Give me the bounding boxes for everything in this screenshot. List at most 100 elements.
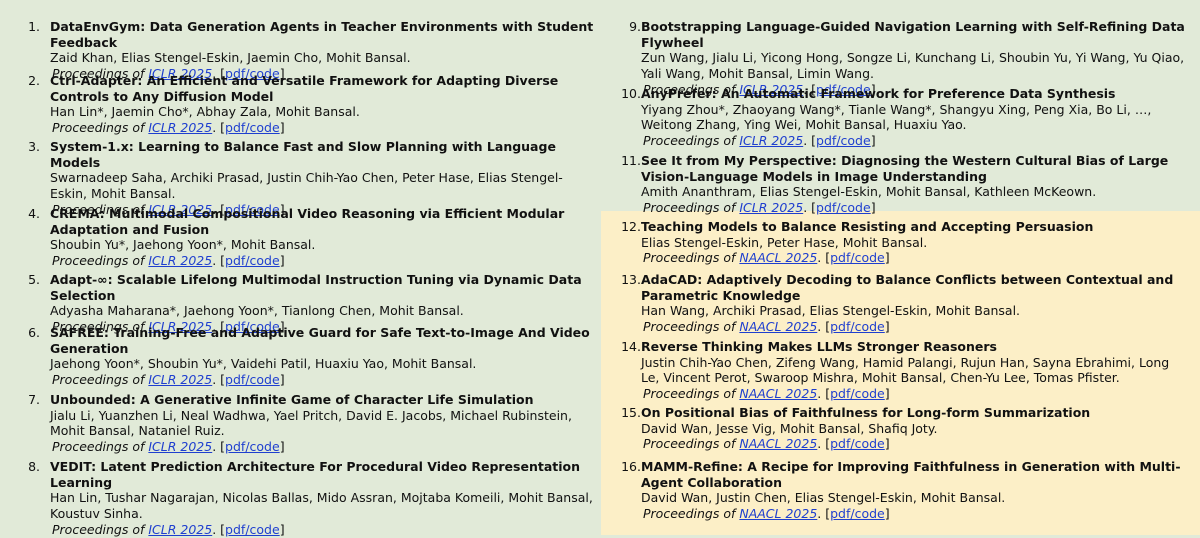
entry-number: 4. xyxy=(28,206,40,221)
paper-authors: Han Lin*, Jaemin Cho*, Abhay Zala, Mohit… xyxy=(50,104,360,120)
paper-title: System-1.x: Learning to Balance Fast and… xyxy=(50,139,556,170)
entry-number: 3. xyxy=(28,139,40,154)
venue-prefix: Proceedings of xyxy=(643,506,740,522)
pdf-code-link[interactable]: pdf/code xyxy=(830,386,885,401)
entry-number: 2. xyxy=(28,73,40,88)
venue-separator: . [ xyxy=(817,436,831,452)
paper-title: AdaCAD: Adaptively Decoding to Balance C… xyxy=(641,272,1174,303)
venue-link[interactable]: NAACL 2025 xyxy=(739,436,817,451)
paper-authors: Jialu Li, Yuanzhen Li, Neal Wadhwa, Yael… xyxy=(50,407,572,439)
entry-number: 15. xyxy=(621,405,641,420)
paper-authors: Jaehong Yoon*, Shoubin Yu*, Vaidehi Pati… xyxy=(50,356,477,372)
paper-authors: Amith Ananthram, Elias Stengel-Eskin, Mo… xyxy=(641,184,1097,200)
entry-number: 8. xyxy=(28,459,40,474)
paper-authors: Zun Wang, Jialu Li, Yicong Hong, Songze … xyxy=(641,50,1185,82)
paper-title: On Positional Bias of Faithfulness for L… xyxy=(641,405,1091,420)
venue-link[interactable]: ICLR 2025 xyxy=(148,439,212,454)
venue-link[interactable]: ICLR 2025 xyxy=(148,372,212,387)
paper-authors: Justin Chih-Yao Chen, Zifeng Wang, Hamid… xyxy=(641,354,1170,386)
venue-close: ] xyxy=(870,200,876,216)
paper-authors: Han Wang, Archiki Prasad, Elias Stengel-… xyxy=(641,303,1021,319)
paper-title: AnyPrefer: An Automatic Framework for Pr… xyxy=(641,86,1116,101)
venue-link[interactable]: NAACL 2025 xyxy=(739,319,817,334)
venue-close: ] xyxy=(279,439,285,455)
paper-title: DataEnvGym: Data Generation Agents in Te… xyxy=(50,19,594,50)
entry-number: 11. xyxy=(621,153,641,168)
venue-prefix: Proceedings of xyxy=(52,253,149,269)
venue-separator: . [ xyxy=(817,250,831,266)
entry-number: 16. xyxy=(621,459,641,474)
paper-venue-line: Proceedings of ICLR 2025. [pdf/code] xyxy=(50,253,598,269)
venue-link[interactable]: NAACL 2025 xyxy=(739,250,817,265)
paper-venue-line: Proceedings of ICLR 2025. [pdf/code] xyxy=(641,200,1191,216)
paper-authors: David Wan, Justin Chen, Elias Stengel-Es… xyxy=(641,490,1006,506)
paper-title: Teaching Models to Balance Resisting and… xyxy=(641,219,1094,234)
paper-venue-line: Proceedings of ICLR 2025. [pdf/code] xyxy=(50,120,598,136)
venue-separator: . [ xyxy=(817,506,831,522)
venue-separator: . [ xyxy=(817,386,831,402)
pdf-code-link[interactable]: pdf/code xyxy=(830,506,885,521)
paper-title: CREMA: Multimodal Compositional Video Re… xyxy=(50,206,565,237)
pdf-code-link[interactable]: pdf/code xyxy=(225,120,280,135)
pdf-code-link[interactable]: pdf/code xyxy=(830,250,885,265)
entry-number: 5. xyxy=(28,272,40,287)
entry-number: 14. xyxy=(621,339,641,354)
paper-title: See It from My Perspective: Diagnosing t… xyxy=(641,153,1169,184)
venue-close: ] xyxy=(279,372,285,388)
pdf-code-link[interactable]: pdf/code xyxy=(830,436,885,451)
paper-venue-line: Proceedings of NAACL 2025. [pdf/code] xyxy=(641,436,1191,452)
venue-separator: . [ xyxy=(817,319,831,335)
paper-venue-line: Proceedings of ICLR 2025. [pdf/code] xyxy=(50,522,598,538)
paper-authors: Adyasha Maharana*, Jaehong Yoon*, Tianlo… xyxy=(50,303,464,319)
venue-separator: . [ xyxy=(212,120,226,136)
paper-title: MAMM-Refine: A Recipe for Improving Fait… xyxy=(641,459,1181,490)
venue-prefix: Proceedings of xyxy=(52,439,149,455)
paper-title: Bootstrapping Language-Guided Navigation… xyxy=(641,19,1185,50)
venue-separator: . [ xyxy=(212,372,226,388)
pdf-code-link[interactable]: pdf/code xyxy=(816,133,871,148)
venue-link[interactable]: ICLR 2025 xyxy=(739,133,803,148)
entry-number: 9. xyxy=(629,19,641,34)
venue-link[interactable]: ICLR 2025 xyxy=(739,200,803,215)
pdf-code-link[interactable]: pdf/code xyxy=(816,200,871,215)
pdf-code-link[interactable]: pdf/code xyxy=(225,439,280,454)
entry-number: 1. xyxy=(28,19,40,34)
paper-title: Unbounded: A Generative Infinite Game of… xyxy=(50,392,534,407)
paper-authors: David Wan, Jesse Vig, Mohit Bansal, Shaf… xyxy=(641,420,938,436)
venue-link[interactable]: ICLR 2025 xyxy=(148,253,212,268)
paper-title: Ctrl-Adapter: An Efficient and Versatile… xyxy=(50,73,559,104)
paper-title: VEDIT: Latent Prediction Architecture Fo… xyxy=(50,459,581,490)
paper-authors: Yiyang Zhou*, Zhaoyang Wang*, Tianle Wan… xyxy=(641,101,1152,133)
venue-link[interactable]: ICLR 2025 xyxy=(148,120,212,135)
venue-link[interactable]: NAACL 2025 xyxy=(739,506,817,521)
paper-authors: Swarnadeep Saha, Archiki Prasad, Justin … xyxy=(50,170,563,202)
venue-close: ] xyxy=(884,319,890,335)
venue-prefix: Proceedings of xyxy=(643,133,740,149)
venue-link[interactable]: NAACL 2025 xyxy=(739,386,817,401)
entry-number: 12. xyxy=(621,219,641,234)
venue-separator: . [ xyxy=(212,253,226,269)
venue-close: ] xyxy=(884,436,890,452)
paper-venue-line: Proceedings of NAACL 2025. [pdf/code] xyxy=(641,250,1191,266)
pdf-code-link[interactable]: pdf/code xyxy=(225,253,280,268)
venue-close: ] xyxy=(279,120,285,136)
pdf-code-link[interactable]: pdf/code xyxy=(225,372,280,387)
paper-venue-line: Proceedings of NAACL 2025. [pdf/code] xyxy=(641,319,1191,335)
venue-close: ] xyxy=(884,250,890,266)
pdf-code-link[interactable]: pdf/code xyxy=(830,319,885,334)
paper-venue-line: Proceedings of NAACL 2025. [pdf/code] xyxy=(641,386,1191,402)
entry-number: 10. xyxy=(621,86,641,101)
venue-prefix: Proceedings of xyxy=(643,250,740,266)
venue-separator: . [ xyxy=(803,200,817,216)
paper-venue-line: Proceedings of ICLR 2025. [pdf/code] xyxy=(50,372,598,388)
venue-prefix: Proceedings of xyxy=(643,200,740,216)
entry-number: 13. xyxy=(621,272,641,287)
venue-separator: . [ xyxy=(212,439,226,455)
paper-authors: Elias Stengel-Eskin, Peter Hase, Mohit B… xyxy=(641,234,928,250)
paper-venue-line: Proceedings of ICLR 2025. [pdf/code] xyxy=(50,439,598,455)
venue-prefix: Proceedings of xyxy=(643,436,740,452)
venue-close: ] xyxy=(884,386,890,402)
paper-title: Adapt-∞: Scalable Lifelong Multimodal In… xyxy=(50,272,582,303)
paper-authors: Zaid Khan, Elias Stengel-Eskin, Jaemin C… xyxy=(50,50,411,66)
paper-title: SAFREE: Training-Free and Adaptive Guard… xyxy=(50,325,590,356)
